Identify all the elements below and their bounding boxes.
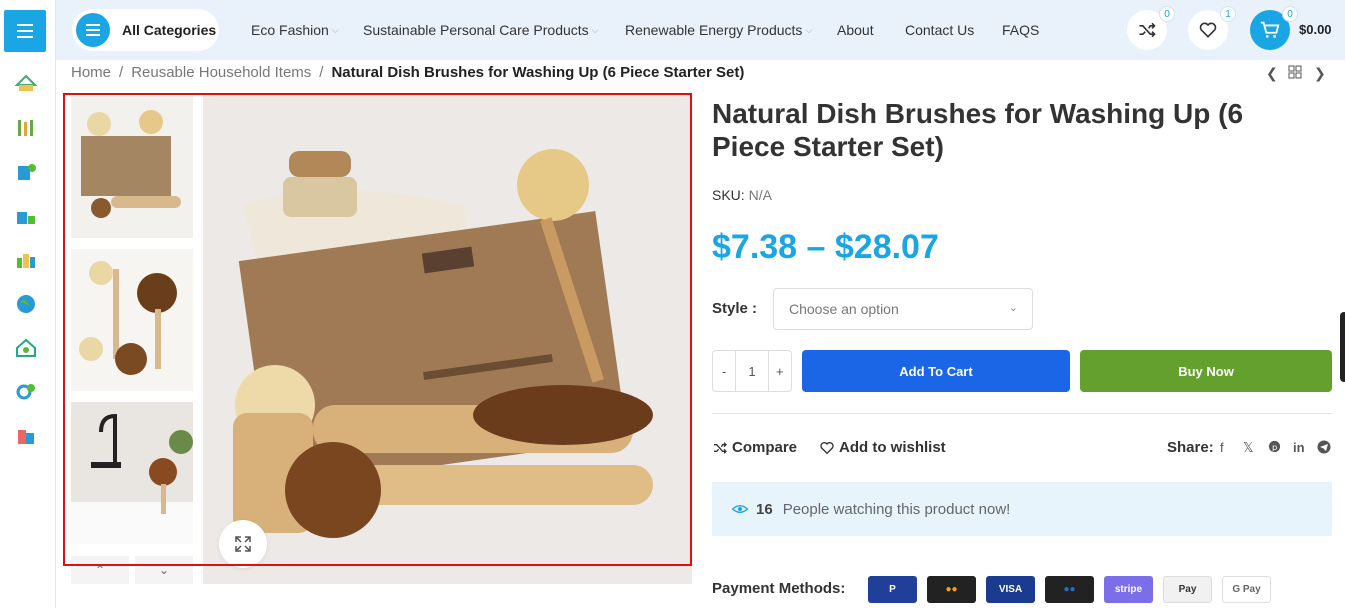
apple-pay-icon: Pay (1163, 576, 1212, 603)
globe-icon[interactable] (14, 292, 38, 316)
hamburger-menu-button[interactable] (4, 10, 46, 52)
grid-icon[interactable] (1288, 65, 1302, 82)
utensils-icon[interactable] (14, 116, 38, 140)
compare-link[interactable]: Compare (712, 439, 797, 456)
all-categories-label: All Categories (122, 22, 217, 38)
gallery-highlight (63, 93, 692, 566)
nav-about-label[interactable]: About (837, 22, 874, 38)
style-label-text: Style (712, 300, 748, 317)
cart-total[interactable]: $0.00 (1299, 22, 1332, 37)
style-select-value: Choose an option (789, 301, 899, 317)
category-rail (0, 0, 56, 608)
x-twitter-icon[interactable]: 𝕏 (1243, 440, 1253, 456)
quantity-plus-button[interactable]: + (769, 364, 791, 379)
watching-count: 16 (756, 500, 773, 518)
cart-count-badge: 0 (1282, 6, 1298, 22)
add-to-cart-button[interactable]: Add To Cart (802, 350, 1070, 392)
linkedin-icon[interactable]: in (1293, 440, 1305, 455)
building-plant-icon[interactable] (14, 160, 38, 184)
side-tab[interactable] (1340, 312, 1345, 382)
breadcrumb: Home / Reusable Household Items / Natural Di… (71, 64, 744, 81)
maestro-icon: ●● (1045, 576, 1094, 603)
nav-personal-care[interactable]: Sustainable Personal Care Products ⌵ (363, 0, 599, 60)
heart-icon (1199, 22, 1217, 38)
breadcrumb-separator: / (319, 64, 324, 81)
watching-text: People watching this product now! (782, 500, 1011, 518)
facebook-icon[interactable]: f (1220, 440, 1224, 455)
eco-home-icon[interactable] (14, 336, 38, 360)
compare-count-badge: 0 (1159, 6, 1175, 22)
wishlist-count-badge: 1 (1220, 6, 1236, 22)
nav-faqs-label[interactable]: FAQS (1002, 22, 1039, 38)
add-to-wishlist-link[interactable]: Add to wishlist (819, 439, 946, 456)
nav-personal-care-label[interactable]: Sustainable Personal Care Products (363, 22, 589, 38)
breadcrumb-separator: / (119, 64, 124, 81)
buy-now-button[interactable]: Buy Now (1080, 350, 1332, 392)
google-pay-icon: G Pay (1222, 576, 1271, 603)
nav-eco-fashion[interactable]: Eco Fashion ⌵ (251, 0, 339, 60)
clothes-hanger-icon[interactable] (14, 72, 38, 96)
next-product-icon[interactable]: ❯ (1314, 65, 1326, 82)
cart-button[interactable]: 0 (1250, 6, 1298, 50)
breadcrumb-current: Natural Dish Brushes for Washing Up (6 P… (331, 64, 745, 81)
payment-methods-label: Payment Methods: (712, 580, 846, 597)
shuffle-icon (1139, 22, 1156, 38)
nav-contact[interactable]: Contact Us (905, 0, 974, 60)
wishlist-label: Add to wishlist (839, 439, 946, 456)
chevron-down-icon: ⌵ (805, 24, 813, 35)
chevron-down-icon: ⌄ (1008, 302, 1018, 314)
heart-icon (820, 441, 834, 454)
style-label: Style : (712, 300, 758, 317)
menu-icon (76, 13, 110, 47)
product-title: Natural Dish Brushes for Washing Up (6 P… (712, 98, 1244, 162)
nav-contact-label[interactable]: Contact Us (905, 22, 974, 38)
quantity-input[interactable]: 1 (735, 351, 769, 391)
breadcrumb-category[interactable]: Reusable Household Items (131, 64, 311, 81)
stripe-icon: stripe (1104, 576, 1153, 603)
all-categories-button[interactable]: All Categories (72, 9, 219, 51)
compare-button[interactable]: 0 (1127, 6, 1175, 50)
nav-about[interactable]: About (837, 0, 874, 60)
paypal-icon: P (868, 576, 917, 603)
previous-product-icon[interactable]: ❮ (1266, 65, 1278, 82)
eye-icon (732, 505, 748, 513)
sku: SKU: N/A (712, 187, 772, 203)
nav-eco-fashion-label[interactable]: Eco Fashion (251, 22, 329, 38)
cart-icon (1260, 21, 1280, 38)
style-select[interactable]: Choose an option ⌄ (773, 288, 1033, 330)
nav-renewable-energy-label[interactable]: Renewable Energy Products (625, 22, 802, 38)
watching-notice: 16 People watching this product now! (712, 482, 1332, 536)
mastercard-icon: ●● (927, 576, 976, 603)
sku-label: SKU: (712, 187, 745, 203)
breadcrumb-home[interactable]: Home (71, 64, 111, 81)
chevron-down-icon: ⌵ (331, 24, 339, 35)
recycle-gear-icon[interactable] (14, 380, 38, 404)
nav-faqs[interactable]: FAQS (1002, 0, 1039, 60)
products-icon[interactable] (14, 424, 38, 448)
chevron-down-icon: ⌵ (591, 24, 599, 35)
wishlist-button[interactable]: 1 (1188, 6, 1236, 50)
divider (712, 413, 1332, 414)
svg-text:p: p (1272, 442, 1277, 452)
telegram-icon[interactable] (1317, 440, 1331, 457)
quantity-minus-button[interactable]: - (713, 364, 735, 379)
solar-house-icon[interactable] (14, 204, 38, 228)
share-label: Share: (1167, 439, 1214, 456)
sku-value: N/A (748, 187, 772, 203)
pinterest-icon[interactable]: p (1268, 440, 1281, 456)
nav-renewable-energy[interactable]: Renewable Energy Products ⌵ (625, 0, 812, 60)
site-header: All Categories Eco Fashion ⌵ Sustainable … (56, 0, 1345, 60)
product-price: $7.38 – $28.07 (712, 228, 939, 266)
shuffle-icon (714, 441, 727, 454)
compare-label: Compare (732, 439, 798, 456)
visa-icon: VISA (986, 576, 1035, 603)
quantity-stepper[interactable]: - 1 + (712, 350, 792, 392)
city-energy-icon[interactable] (14, 248, 38, 272)
